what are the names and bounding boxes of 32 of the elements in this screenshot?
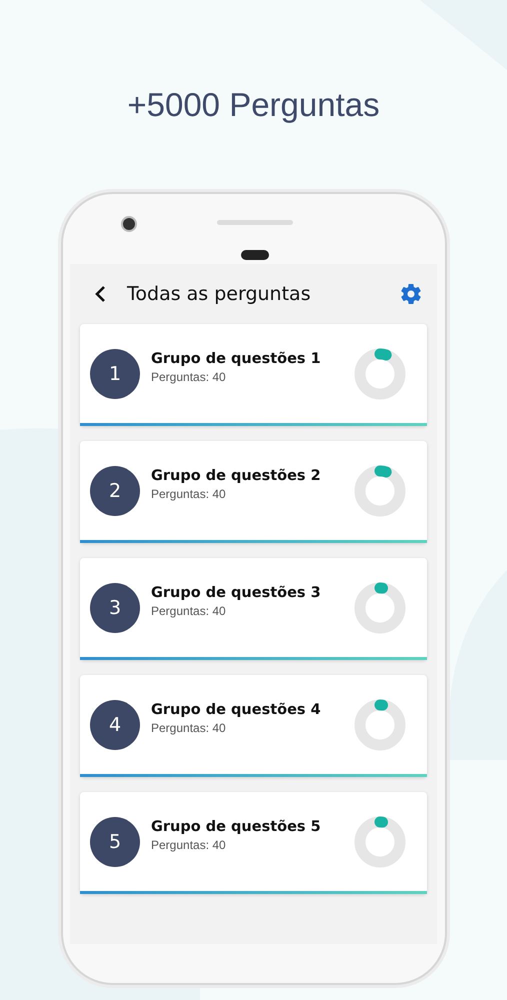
- progress-ring: [353, 346, 407, 400]
- group-card[interactable]: 1 Grupo de questões 1 Perguntas: 40: [80, 324, 427, 426]
- group-card[interactable]: 2 Grupo de questões 2 Perguntas: 40: [80, 441, 427, 543]
- group-title: Grupo de questões 3: [151, 585, 322, 601]
- question-count: Perguntas: 40: [151, 721, 227, 735]
- speaker-icon: [216, 220, 292, 225]
- progress-ring: [353, 814, 407, 868]
- question-count: Perguntas: 40: [151, 838, 227, 852]
- group-title: Grupo de questões 4: [151, 702, 322, 718]
- group-number: 5: [90, 816, 140, 866]
- question-count: Perguntas: 40: [151, 487, 227, 501]
- question-count: Perguntas: 40: [151, 370, 227, 384]
- sensor-icon: [240, 250, 268, 260]
- progress-ring: [353, 698, 407, 752]
- progress-ring: [353, 464, 407, 518]
- group-number: 4: [90, 700, 140, 750]
- group-title: Grupo de questões 1: [151, 351, 322, 367]
- group-number: 1: [90, 348, 140, 398]
- group-card[interactable]: 3 Grupo de questões 3 Perguntas: 40: [80, 558, 427, 660]
- question-count: Perguntas: 40: [151, 604, 227, 618]
- group-title: Grupo de questões 5: [151, 819, 322, 835]
- camera-icon: [120, 216, 136, 232]
- group-number: 3: [90, 582, 140, 632]
- progress-ring: [353, 580, 407, 634]
- group-title: Grupo de questões 2: [151, 468, 322, 484]
- group-number: 2: [90, 466, 140, 516]
- screen-title: Todas as perguntas: [127, 283, 312, 305]
- headline: +5000 Perguntas: [127, 85, 380, 125]
- settings-icon[interactable]: [399, 282, 423, 306]
- group-card[interactable]: 5 Grupo de questões 5 Perguntas: 40: [80, 792, 427, 894]
- back-icon[interactable]: [94, 285, 106, 303]
- group-card[interactable]: 4 Grupo de questões 4 Perguntas: 40: [80, 675, 427, 777]
